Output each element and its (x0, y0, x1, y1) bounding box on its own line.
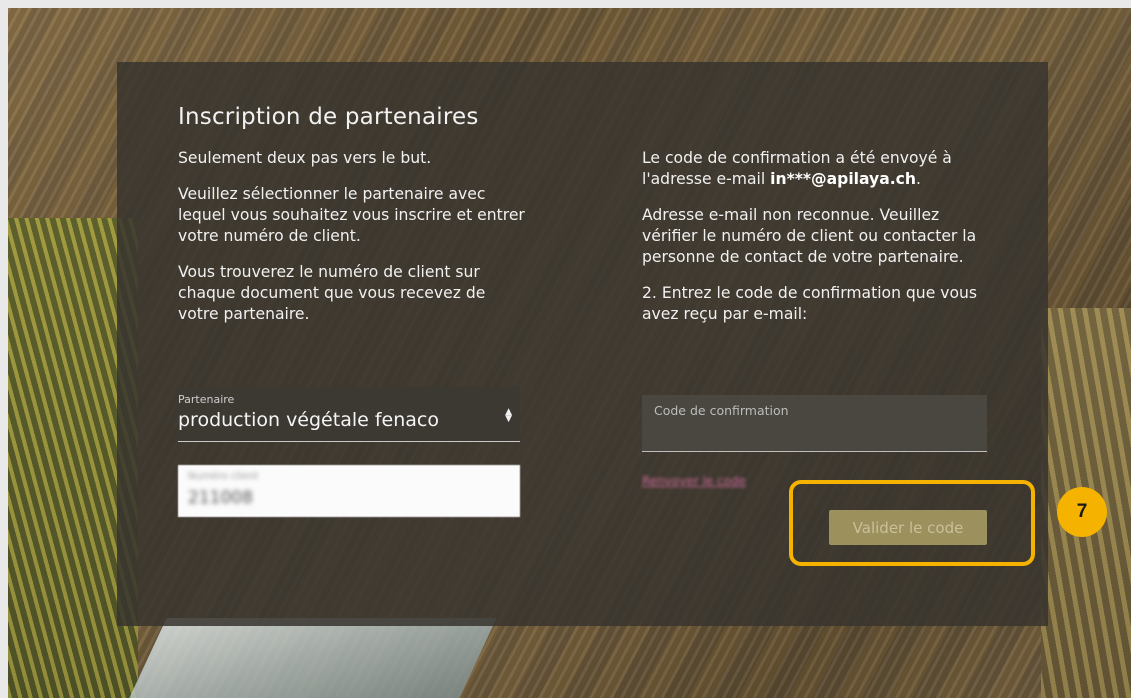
page-title: Inscription de partenaires (178, 104, 479, 130)
right-column: Le code de confirmation a été envoyé à l… (642, 148, 997, 340)
registration-panel: Inscription de partenaires Seulement deu… (117, 62, 1048, 626)
intro-text: Seulement deux pas vers le but. (178, 149, 432, 167)
step-number-badge: 7 (1057, 487, 1107, 537)
sort-updown-icon: ▲ ▼ (505, 407, 512, 424)
resend-code-link[interactable]: Renvoyer le code (642, 474, 746, 488)
partner-select[interactable]: Partenaire production végétale fenaco ▲ ▼ (178, 387, 520, 442)
code-sent-text: Le code de confirmation a été envoyé à l… (642, 148, 997, 190)
masked-email: in***@apilaya.ch (770, 170, 917, 188)
client-number-value: 211008 (188, 488, 253, 508)
validate-code-button[interactable]: Valider le code (829, 510, 987, 545)
code-sent-suffix: . (916, 170, 921, 188)
client-number-label: Numéro client (188, 471, 259, 482)
hint-text: Vous trouverez le numéro de client sur c… (178, 263, 486, 323)
background-harvester (129, 618, 497, 698)
email-not-recognized-text: Adresse e-mail non reconnue. Veuillez vé… (642, 206, 977, 266)
left-column: Seulement deux pas vers le but. Veuillez… (178, 148, 528, 340)
partner-select-value: production végétale fenaco (178, 409, 439, 431)
confirmation-code-input[interactable]: Code de confirmation (642, 395, 987, 452)
partner-select-label: Partenaire (178, 393, 235, 406)
client-number-input[interactable]: Numéro client 211008 (178, 465, 520, 517)
instructions-text: Veuillez sélectionner le partenaire avec… (178, 185, 525, 245)
step2-text: 2. Entrez le code de confirmation que vo… (642, 284, 978, 323)
confirmation-code-label: Code de confirmation (654, 403, 789, 418)
